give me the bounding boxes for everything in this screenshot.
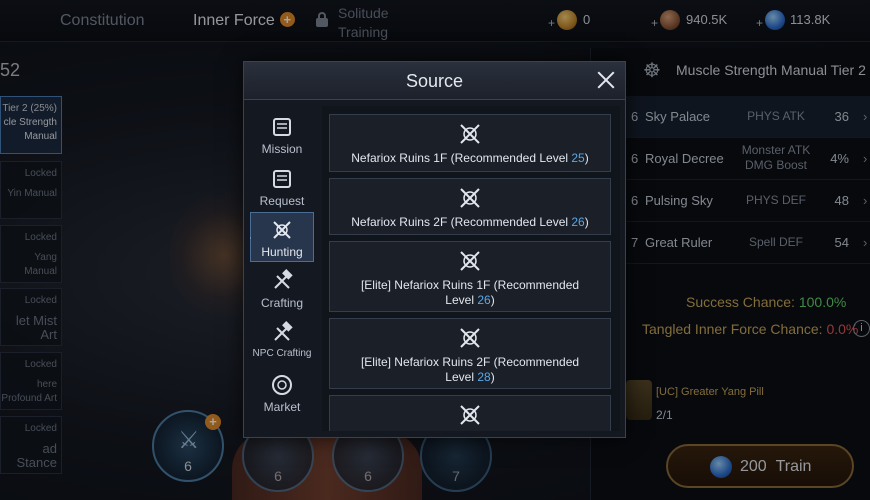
- crossed-swords-icon: [273, 221, 291, 239]
- market-icon: [272, 375, 292, 395]
- source-name: Nefariox Ruins 2F (Recommended Level 26): [351, 215, 588, 229]
- modal-header: Source: [244, 62, 625, 100]
- source-item[interactable]: [329, 395, 611, 431]
- source-modal: Source Mission Request Hunting Crafting …: [243, 61, 626, 438]
- source-name-text: Nefariox Ruins 1F (Recommended Level: [351, 151, 572, 165]
- source-level: 28: [477, 370, 491, 384]
- category-label: NPC Crafting: [252, 348, 312, 359]
- source-suffix: ): [584, 215, 589, 229]
- source-item[interactable]: [Elite] Nefariox Ruins 1F (Recommended L…: [329, 241, 611, 312]
- source-list[interactable]: Nefariox Ruins 1F (Recommended Level 25)…: [322, 106, 620, 431]
- category-label: Crafting: [260, 296, 304, 310]
- scroll-icon: [273, 118, 291, 136]
- close-icon[interactable]: [594, 68, 618, 92]
- source-item[interactable]: Nefariox Ruins 1F (Recommended Level 25): [329, 114, 611, 172]
- category-label: Mission: [261, 142, 303, 156]
- source-name: [Elite] Nefariox Ruins 1F (Recommended L…: [330, 278, 610, 308]
- source-suffix: ): [584, 151, 589, 165]
- hunting-emblem-icon: [460, 328, 480, 348]
- source-item[interactable]: [Elite] Nefariox Ruins 2F (Recommended L…: [329, 318, 611, 389]
- hammer-icon: [274, 321, 293, 341]
- hunting-emblem-icon: [460, 405, 480, 425]
- source-level: 25: [571, 151, 585, 165]
- category-hunting[interactable]: Hunting: [250, 212, 314, 262]
- source-name-text: [Elite] Nefariox Ruins 2F (Recommended L…: [360, 355, 580, 384]
- category-request[interactable]: Request: [250, 162, 314, 212]
- source-level: 26: [571, 215, 585, 229]
- category-npc-crafting[interactable]: NPC Crafting: [250, 316, 314, 366]
- category-label: Market: [263, 400, 301, 414]
- hammer-icon: [274, 269, 293, 289]
- hunting-emblem-icon: [460, 124, 480, 144]
- source-item[interactable]: Nefariox Ruins 2F (Recommended Level 26): [329, 178, 611, 235]
- category-mission[interactable]: Mission: [250, 110, 314, 160]
- hunting-emblem-icon: [460, 188, 480, 208]
- source-suffix: ): [490, 293, 495, 307]
- scroll-icon: [273, 170, 291, 188]
- category-label: Request: [259, 194, 305, 208]
- hunting-emblem-icon: [460, 251, 480, 271]
- category-market[interactable]: Market: [250, 368, 314, 418]
- category-label: Hunting: [261, 245, 303, 259]
- selected-pointer-icon: [250, 233, 251, 243]
- source-name-text: [Elite] Nefariox Ruins 1F (Recommended L…: [360, 278, 580, 307]
- source-name: [Elite] Nefariox Ruins 2F (Recommended L…: [330, 355, 610, 385]
- source-category-list: Mission Request Hunting Crafting NPC Cra…: [250, 106, 314, 431]
- source-name: Nefariox Ruins 1F (Recommended Level 25): [351, 151, 588, 165]
- modal-title: Source: [405, 71, 464, 91]
- source-level: 26: [477, 293, 491, 307]
- category-crafting[interactable]: Crafting: [250, 264, 314, 314]
- source-name-text: Nefariox Ruins 2F (Recommended Level: [351, 215, 572, 229]
- source-suffix: ): [490, 370, 495, 384]
